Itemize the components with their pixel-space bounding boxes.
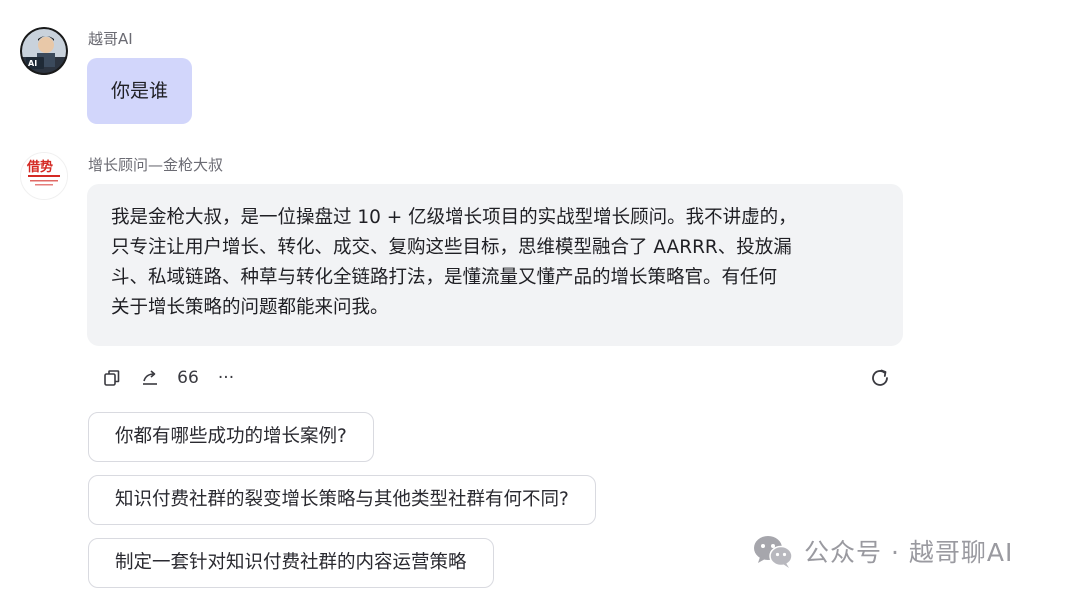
svg-text:AI: AI: [28, 59, 37, 68]
quote-button[interactable]: 66: [176, 368, 200, 388]
suggestion-button[interactable]: 你都有哪些成功的增长案例?: [88, 412, 374, 462]
user-message-bubble: 你是谁: [87, 58, 193, 124]
watermark: 公众号 · 越哥聊AI: [752, 530, 1013, 572]
watermark-text: 公众号 · 越哥聊AI: [804, 538, 1014, 567]
bot-message-line: 只专注让用户增长、转化、成交、复购这些目标，思维模型融合了 AARRR、投放漏: [111, 237, 792, 258]
share-icon[interactable]: [138, 364, 162, 392]
chat-page: AI 越哥AI 你是谁 借势 增长顾问—金枪大叔 我是金枪大叔，是一位操盘过 1…: [0, 0, 1080, 594]
more-options-button[interactable]: ···: [214, 368, 238, 388]
bot-message-bubble: 我是金枪大叔，是一位操盘过 10 + 亿级增长项目的实战型增长顾问。我不讲虚的，…: [87, 184, 903, 346]
svg-text:借势: 借势: [26, 159, 53, 175]
bot-avatar-logo: 借势: [21, 153, 67, 199]
message-action-bar: 66 ···: [100, 364, 238, 392]
wechat-icon: [754, 536, 793, 568]
bot-message-line: 斗、私域链路、种草与转化全链路打法，是懂流量又懂产品的增长策略官。有任何: [111, 267, 778, 288]
bot-message-line: 我是金枪大叔，是一位操盘过 10 + 亿级增长项目的实战型增长顾问。我不讲虚的，: [111, 207, 797, 228]
user-sender-name: 越哥AI: [88, 30, 133, 48]
bot-sender-name: 增长顾问—金枪大叔: [88, 156, 224, 174]
user-avatar[interactable]: AI: [20, 27, 68, 75]
user-avatar-image: AI: [20, 27, 68, 75]
bot-avatar[interactable]: 借势: [20, 152, 68, 200]
refresh-icon[interactable]: [867, 364, 893, 392]
bot-message-line: 关于增长策略的问题都能来问我。: [111, 297, 389, 318]
copy-icon[interactable]: [100, 364, 124, 392]
suggestion-button[interactable]: 制定一套针对知识付费社群的内容运营策略: [88, 538, 494, 588]
suggestion-button[interactable]: 知识付费社群的裂变增长策略与其他类型社群有何不同?: [88, 475, 596, 525]
